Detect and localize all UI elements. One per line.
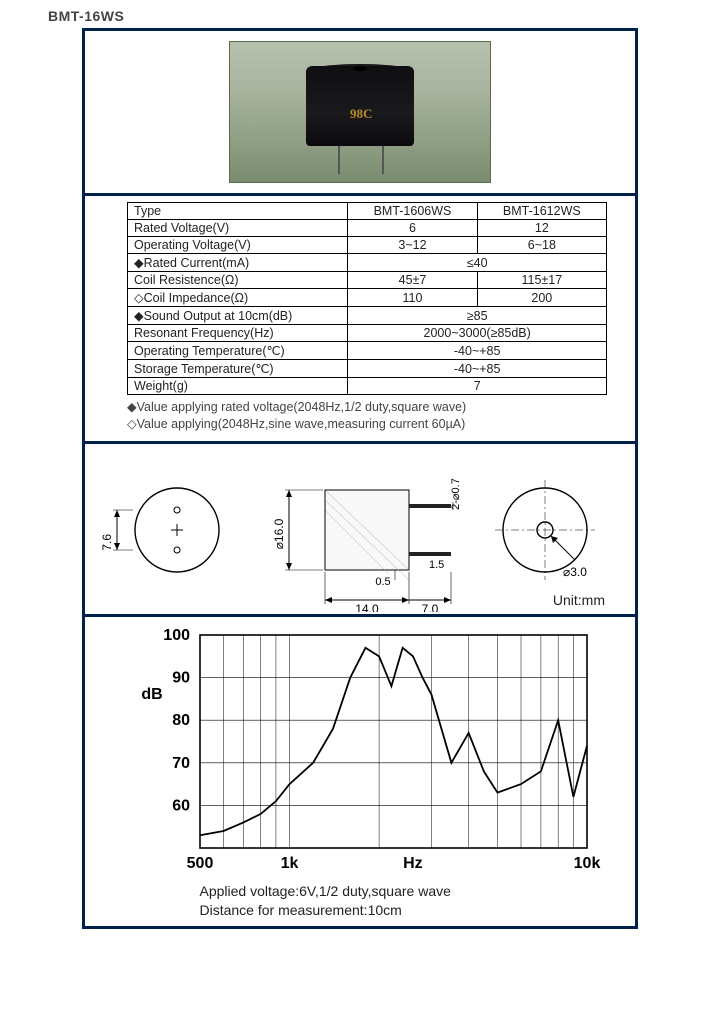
- svg-text:60: 60: [172, 797, 190, 814]
- chart-caption: Applied voltage:6V,1/2 duty,square waveD…: [200, 882, 613, 920]
- unit-label: Unit:mm: [553, 592, 605, 608]
- svg-text:Hz: Hz: [403, 855, 423, 872]
- svg-text:⌀3.0: ⌀3.0: [563, 565, 587, 579]
- svg-text:14.0: 14.0: [355, 602, 379, 612]
- datasheet-frame: 98C TypeBMT-1606WSBMT-1612WSRated Voltag…: [82, 28, 638, 929]
- page-title: BMT-16WS: [48, 8, 720, 24]
- svg-text:10k: 10k: [573, 855, 600, 872]
- svg-text:90: 90: [172, 669, 190, 686]
- spec-table: TypeBMT-1606WSBMT-1612WSRated Voltage(V)…: [127, 202, 607, 395]
- table-row: ◇Coil Impedance(Ω)110200: [128, 289, 607, 307]
- frequency-response-chart: 60 70 80 90 100 dB 500 1k 10k Hz: [108, 623, 613, 878]
- svg-text:1k: 1k: [280, 855, 298, 872]
- photo-section: 98C: [85, 31, 635, 196]
- svg-text:100: 100: [163, 627, 190, 644]
- table-row: Operating Voltage(V)3~126~18: [128, 237, 607, 254]
- chart-section: 60 70 80 90 100 dB 500 1k 10k Hz Applied voltage:…: [85, 617, 635, 926]
- table-row: Coil Resistence(Ω)45±7115±17: [128, 272, 607, 289]
- svg-text:1.5: 1.5: [429, 559, 444, 571]
- svg-text:⌀16.0: ⌀16.0: [272, 518, 286, 549]
- svg-text:dB: dB: [141, 686, 162, 703]
- table-row: ◆Sound Output at 10cm(dB)≥85: [128, 307, 607, 325]
- svg-text:500: 500: [186, 855, 213, 872]
- table-row: Rated Voltage(V)612: [128, 220, 607, 237]
- table-row: Operating Temperature(℃)-40~+85: [128, 342, 607, 360]
- svg-text:80: 80: [172, 712, 190, 729]
- product-marking: 98C: [350, 106, 372, 122]
- svg-text:7.6: 7.6: [100, 533, 114, 550]
- dimension-drawing: 7.6 ⌀16.0: [95, 452, 625, 612]
- spec-notes: ◆Value applying rated voltage(2048Hz,1/2…: [127, 399, 629, 433]
- svg-text:2-⌀0.7: 2-⌀0.7: [450, 478, 462, 510]
- product-photo: 98C: [229, 41, 491, 183]
- table-row: Storage Temperature(℃)-40~+85: [128, 360, 607, 378]
- table-row: Weight(g)7: [128, 378, 607, 395]
- table-row: ◆Rated Current(mA)≤40: [128, 254, 607, 272]
- svg-text:0.5: 0.5: [375, 576, 390, 588]
- drawing-section: 7.6 ⌀16.0: [85, 444, 635, 617]
- svg-text:7.0: 7.0: [422, 602, 439, 612]
- spec-section: TypeBMT-1606WSBMT-1612WSRated Voltage(V)…: [85, 196, 635, 444]
- svg-text:70: 70: [172, 755, 190, 772]
- table-row: Resonant Frequency(Hz)2000~3000(≥85dB): [128, 325, 607, 342]
